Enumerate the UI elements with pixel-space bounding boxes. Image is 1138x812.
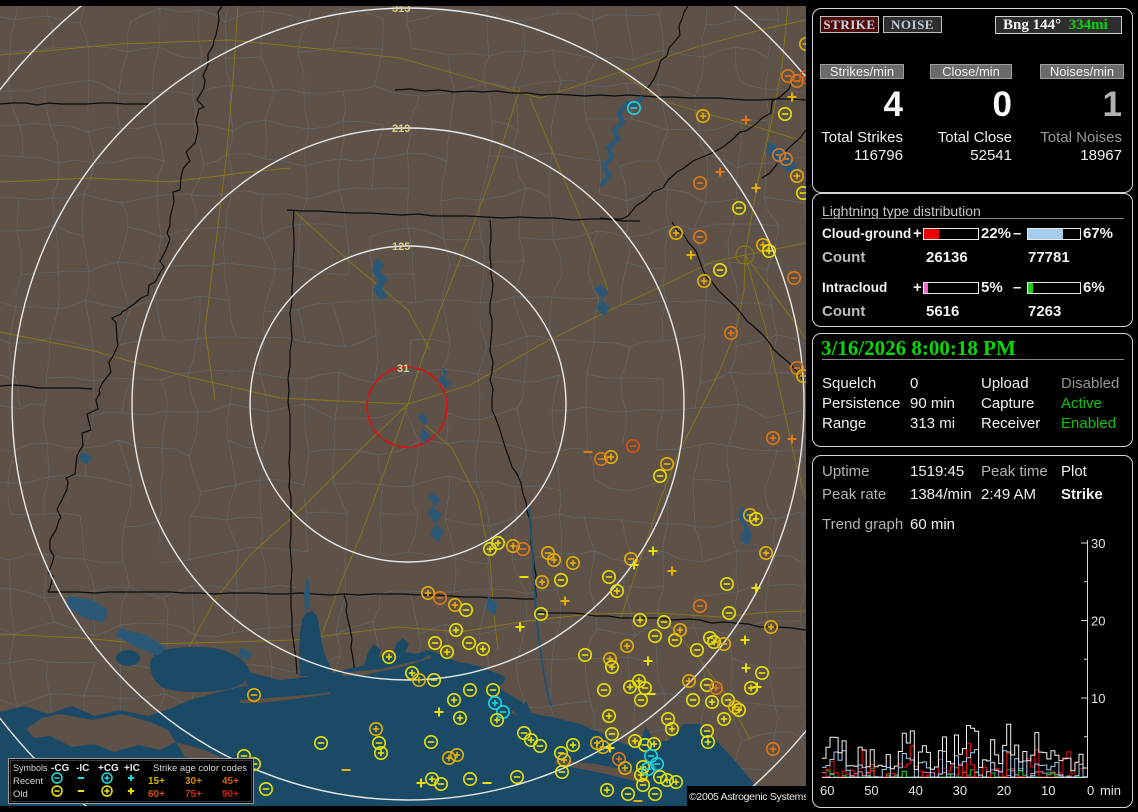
svg-text:Recent: Recent bbox=[13, 776, 43, 787]
svg-text:313: 313 bbox=[392, 3, 410, 15]
svg-text:90+: 90+ bbox=[222, 789, 239, 800]
svg-text:125: 125 bbox=[392, 241, 410, 253]
svg-text:-CG: -CG bbox=[51, 763, 70, 774]
svg-text:+CG: +CG bbox=[98, 763, 119, 774]
svg-text:45+: 45+ bbox=[222, 776, 239, 787]
svg-text:©2005 Astrogenic Systems: ©2005 Astrogenic Systems bbox=[689, 791, 808, 803]
svg-text:+IC: +IC bbox=[124, 763, 140, 774]
svg-text:60+: 60+ bbox=[148, 789, 165, 800]
svg-text:Strike age color codes: Strike age color codes bbox=[153, 763, 247, 774]
svg-text:-IC: -IC bbox=[76, 763, 89, 774]
svg-text:15+: 15+ bbox=[148, 776, 165, 787]
svg-text:75+: 75+ bbox=[185, 789, 202, 800]
svg-text:31: 31 bbox=[397, 363, 409, 375]
svg-text:Old: Old bbox=[13, 789, 28, 800]
svg-text:30+: 30+ bbox=[185, 776, 202, 787]
svg-text:Symbols: Symbols bbox=[13, 763, 48, 773]
svg-text:219: 219 bbox=[392, 123, 410, 135]
